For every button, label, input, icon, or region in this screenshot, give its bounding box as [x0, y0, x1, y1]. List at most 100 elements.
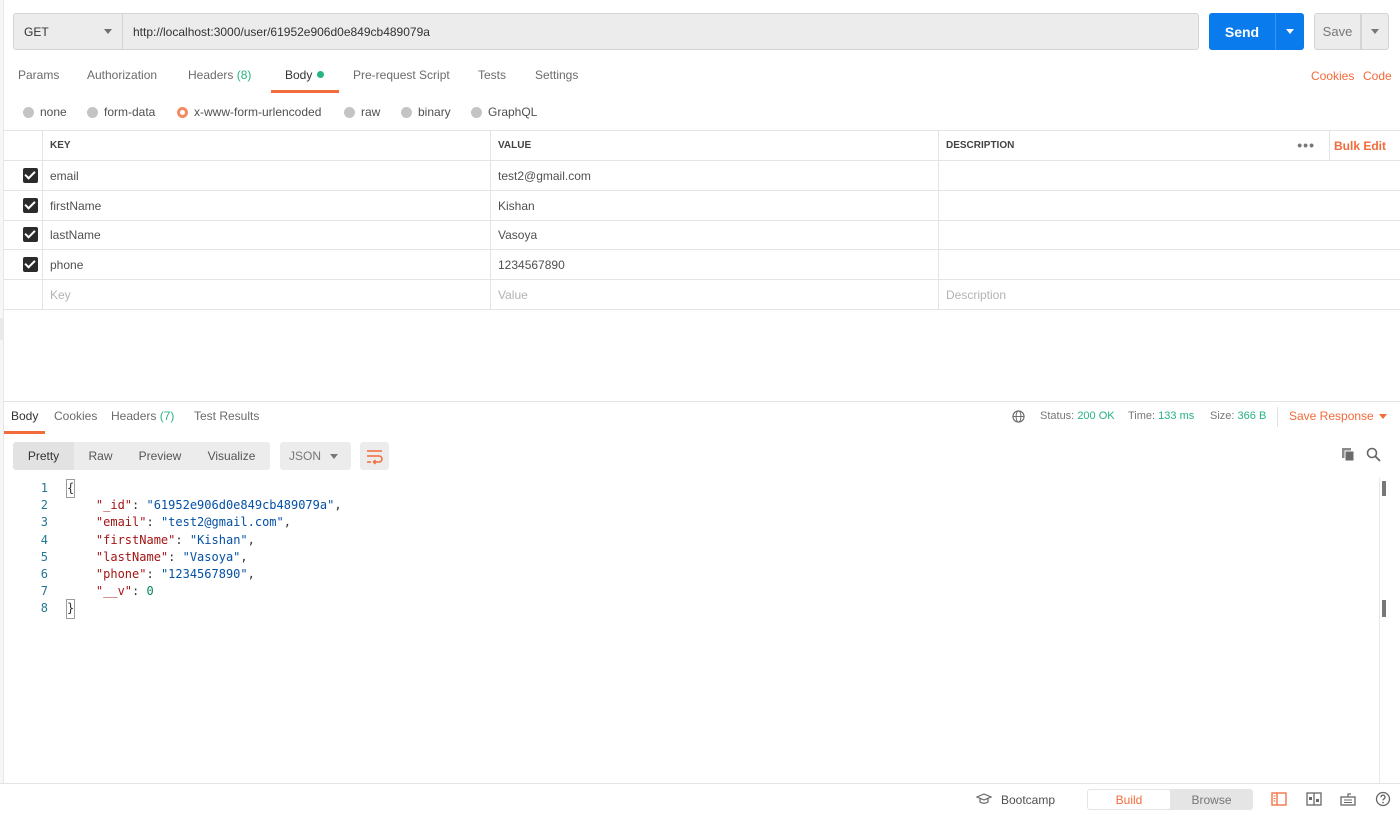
value-cell[interactable]: Kishan [490, 191, 938, 220]
tab-label: Pre-request Script [353, 68, 450, 82]
json-key: "email" [95, 515, 147, 530]
tab-body[interactable]: Body [285, 68, 325, 92]
value-input[interactable]: Value [490, 280, 938, 309]
save-button[interactable]: Save [1314, 13, 1361, 50]
key-cell[interactable]: phone [42, 250, 490, 279]
line-number: 1 [40, 481, 48, 495]
layout-split-icon[interactable] [1306, 791, 1322, 807]
format-select[interactable]: JSON [280, 442, 351, 470]
radio-none[interactable]: none [23, 104, 67, 120]
response-tab-cookies[interactable]: Cookies [54, 409, 97, 423]
radio-binary[interactable]: binary [401, 104, 451, 120]
line-number: 8 [40, 601, 48, 616]
tab-params[interactable]: Params [18, 68, 59, 92]
two-pane-view-icon[interactable] [1271, 791, 1287, 807]
description-input[interactable]: Description [938, 280, 1400, 309]
radio-x-www-form-urlencoded[interactable]: x-www-form-urlencoded [177, 104, 321, 120]
chevron-down-icon [330, 454, 338, 459]
json-comma: , [247, 532, 255, 547]
row-checkbox[interactable] [23, 227, 38, 242]
view-preview[interactable]: Preview [127, 442, 193, 470]
build-toggle-button[interactable]: Build [1088, 790, 1170, 809]
value-cell[interactable]: Vasoya [490, 220, 938, 249]
bootcamp-link[interactable]: Bootcamp [1001, 793, 1055, 807]
response-tab-test-results[interactable]: Test Results [194, 409, 259, 423]
radio-circle-selected [177, 106, 188, 118]
code-line: } [65, 599, 76, 619]
globe-icon[interactable] [1012, 410, 1025, 423]
graduation-cap-icon[interactable] [976, 793, 992, 806]
url-input[interactable]: http://localhost:3000/user/61952e906d0e8… [123, 13, 1199, 50]
send-options-button[interactable] [1275, 13, 1304, 50]
code-line: "email": "test2@gmail.com", [95, 515, 291, 530]
radio-form-data[interactable]: form-data [87, 104, 155, 120]
column-header-key: KEY [42, 131, 490, 160]
row-checkbox[interactable] [23, 198, 38, 213]
build-browse-toggle: Build Browse [1087, 789, 1253, 810]
chevron-down-icon[interactable] [1379, 414, 1387, 419]
description-cell[interactable] [938, 250, 1400, 279]
radio-raw[interactable]: raw [344, 104, 380, 120]
left-edge-strip [0, 0, 4, 815]
tab-settings[interactable]: Settings [535, 68, 578, 92]
description-cell[interactable] [938, 220, 1400, 249]
view-visualize[interactable]: Visualize [193, 442, 270, 470]
tab-authorization[interactable]: Authorization [87, 68, 157, 92]
keyboard-shortcuts-icon[interactable] [1340, 791, 1356, 807]
json-comma: , [247, 567, 255, 581]
description-cell[interactable] [938, 161, 1400, 190]
format-label: JSON [289, 449, 322, 463]
radio-circle [87, 106, 98, 118]
tab-headers[interactable]: Headers (8) [188, 68, 251, 92]
open-brace: { [65, 478, 76, 499]
code-link[interactable]: Code [1363, 69, 1392, 83]
key-input[interactable]: Key [42, 280, 490, 309]
code-line: "_id": "61952e906d0e849cb489079a", [95, 498, 342, 513]
column-header-description-label: DESCRIPTION [946, 140, 1015, 151]
code-line: "firstName": "Kishan", [95, 532, 255, 547]
browse-toggle-button[interactable]: Browse [1171, 790, 1252, 809]
response-tab-headers[interactable]: Headers (7) [111, 409, 174, 423]
response-divider[interactable] [4, 401, 1400, 402]
tab-label: Cookies [54, 409, 98, 423]
copy-icon[interactable] [1341, 447, 1355, 462]
wrap-lines-button[interactable] [360, 442, 389, 470]
search-icon[interactable] [1366, 447, 1381, 462]
collapsed-sidebar-handle[interactable] [0, 318, 4, 340]
send-button[interactable]: Send [1209, 13, 1275, 50]
description-cell[interactable] [938, 191, 1400, 220]
code-line: { [65, 478, 76, 499]
save-options-button[interactable] [1361, 13, 1389, 50]
scrollbar-thumb[interactable] [1382, 481, 1386, 496]
tab-label: Params [18, 68, 60, 82]
response-tab-body[interactable]: Body [11, 409, 38, 423]
time-value: 133 ms [1158, 410, 1195, 422]
radio-label: binary [418, 105, 451, 119]
tab-tests[interactable]: Tests [478, 68, 506, 92]
view-raw[interactable]: Raw [74, 442, 127, 470]
row-checkbox[interactable] [23, 257, 38, 272]
scrollbar-marker[interactable] [1382, 600, 1386, 617]
key-cell[interactable]: email [42, 161, 490, 190]
help-icon[interactable] [1375, 791, 1391, 807]
radio-graphql[interactable]: GraphQL [471, 104, 537, 120]
save-response-button[interactable]: Save Response [1289, 409, 1374, 423]
scrollbar-track[interactable] [1379, 478, 1380, 783]
more-options-icon[interactable]: ••• [1297, 137, 1315, 153]
value-cell[interactable]: 1234567890 [490, 250, 938, 279]
json-key: "phone" [95, 567, 147, 581]
view-pretty[interactable]: Pretty [13, 442, 74, 470]
tab-pre-request-script[interactable]: Pre-request Script [353, 68, 450, 92]
row-checkbox[interactable] [23, 168, 38, 183]
json-value: 0 [146, 584, 154, 599]
value-cell[interactable]: test2@gmail.com [490, 161, 938, 190]
chevron-down-icon [1371, 29, 1379, 34]
cookies-link[interactable]: Cookies [1311, 69, 1354, 83]
key-cell[interactable]: lastName [42, 220, 490, 249]
divider [1329, 131, 1330, 160]
column-header-value: VALUE [490, 131, 938, 160]
key-cell[interactable]: firstName [42, 191, 490, 220]
method-select[interactable]: GET [13, 13, 123, 50]
line-number: 6 [40, 567, 48, 581]
bulk-edit-link[interactable]: Bulk Edit [1334, 139, 1386, 153]
